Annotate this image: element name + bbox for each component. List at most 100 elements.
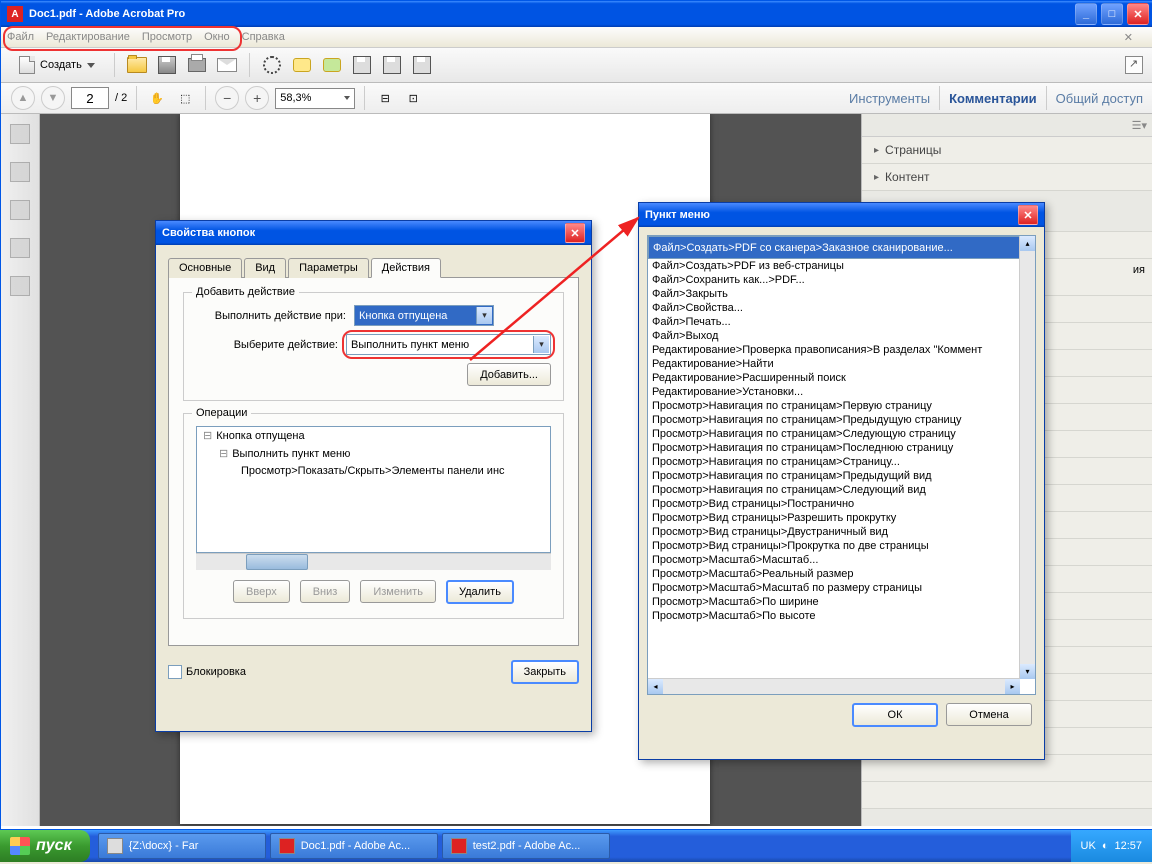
print-button[interactable] xyxy=(186,54,208,76)
list-item[interactable]: Просмотр>Вид страницы>Разрешить прокрутк… xyxy=(648,511,1020,525)
panel-content[interactable]: Контент xyxy=(862,164,1152,191)
list-item[interactable]: Просмотр>Вид страницы>Постранично xyxy=(648,497,1020,511)
list-item[interactable]: Просмотр>Масштаб>По высоте xyxy=(648,609,1020,623)
taskbar-item[interactable]: {Z:\docx} - Far xyxy=(98,833,266,859)
expand-button[interactable] xyxy=(1125,56,1143,74)
hand-tool[interactable]: ✋ xyxy=(146,87,168,109)
action-select[interactable]: Выполнить пункт меню xyxy=(346,334,551,355)
down-button[interactable]: Вниз xyxy=(300,580,351,603)
delete-button[interactable]: Удалить xyxy=(446,580,514,604)
list-item[interactable]: Просмотр>Навигация по страницам>Предыдущ… xyxy=(648,469,1020,483)
comments-link[interactable]: Комментарии xyxy=(949,91,1037,106)
start-button[interactable]: пуск xyxy=(0,830,90,862)
lock-checkbox[interactable] xyxy=(168,665,182,679)
list-item[interactable]: Файл>Печать... xyxy=(648,315,1020,329)
tool-button-4[interactable] xyxy=(411,54,433,76)
menu-icon[interactable]: ☰▾ xyxy=(1132,119,1147,132)
settings-button[interactable] xyxy=(261,54,283,76)
list-item[interactable]: Просмотр>Масштаб>Реальный размер xyxy=(648,567,1020,581)
panel-pages[interactable]: Страницы xyxy=(862,137,1152,164)
tool-icon[interactable]: ⊟ xyxy=(374,87,396,109)
share-link[interactable]: Общий доступ xyxy=(1056,91,1143,106)
page-input[interactable] xyxy=(71,87,109,109)
list-item[interactable]: Редактирование>Проверка правописания>В р… xyxy=(648,343,1020,357)
list-item[interactable]: Редактирование>Расширенный поиск xyxy=(648,371,1020,385)
list-item[interactable]: Просмотр>Масштаб>Масштаб по размеру стра… xyxy=(648,581,1020,595)
trigger-select[interactable]: Кнопка отпущена xyxy=(354,305,494,326)
dialog-titlebar[interactable]: Пункт меню ✕ xyxy=(639,203,1044,227)
tool-button-2[interactable] xyxy=(351,54,373,76)
list-item[interactable]: Просмотр>Навигация по страницам>Последню… xyxy=(648,441,1020,455)
h-scrollbar[interactable] xyxy=(648,678,1020,694)
list-item[interactable]: Просмотр>Навигация по страницам>Страницу… xyxy=(648,455,1020,469)
tab-options[interactable]: Параметры xyxy=(288,258,369,278)
select-tool[interactable]: ⬚ xyxy=(174,87,196,109)
tray-icon[interactable]: ◐ xyxy=(1102,840,1109,852)
tool-button-3[interactable] xyxy=(381,54,403,76)
list-item[interactable]: Файл>Выход xyxy=(648,329,1020,343)
dialog-close-button[interactable]: ✕ xyxy=(565,223,585,243)
close-button[interactable]: ✕ xyxy=(1127,3,1149,25)
list-item[interactable]: Просмотр>Навигация по страницам>Следующи… xyxy=(648,483,1020,497)
minimize-button[interactable]: _ xyxy=(1075,3,1097,25)
cancel-button[interactable]: Отмена xyxy=(946,703,1032,726)
list-item[interactable]: Файл>Закрыть xyxy=(648,287,1020,301)
zoom-out-button[interactable]: − xyxy=(215,86,239,110)
layers-icon[interactable] xyxy=(10,238,30,258)
zoom-select[interactable]: 58,3% xyxy=(275,88,355,109)
dialog-title: Свойства кнопок xyxy=(162,227,255,239)
list-item[interactable]: Файл>Создать>PDF из веб-страницы xyxy=(648,259,1020,273)
tab-appearance[interactable]: Вид xyxy=(244,258,286,278)
taskbar: пуск {Z:\docx} - Far Doc1.pdf - Adobe Ac… xyxy=(0,830,1152,862)
menu-help[interactable]: Справка xyxy=(242,31,285,43)
menu-listbox[interactable]: Файл>Создать>PDF со сканера>Заказное ска… xyxy=(647,235,1036,695)
lang-indicator[interactable]: UK xyxy=(1081,840,1096,852)
attachments-icon[interactable] xyxy=(10,200,30,220)
list-item[interactable]: Просмотр>Масштаб>По ширине xyxy=(648,595,1020,609)
list-item[interactable]: Просмотр>Навигация по страницам>Предыдущ… xyxy=(648,413,1020,427)
titlebar[interactable]: A Doc1.pdf - Adobe Acrobat Pro _ □ ✕ xyxy=(1,1,1152,27)
list-item[interactable]: Просмотр>Масштаб>Масштаб... xyxy=(648,553,1020,567)
open-button[interactable] xyxy=(126,54,148,76)
list-item[interactable]: Редактирование>Установки... xyxy=(648,385,1020,399)
list-item[interactable]: Просмотр>Навигация по страницам>Первую с… xyxy=(648,399,1020,413)
close-button-dlg[interactable]: Закрыть xyxy=(511,660,579,684)
operations-list[interactable]: ⊟Кнопка отпущена ⊟Выполнить пункт меню П… xyxy=(196,426,551,553)
bookmarks-icon[interactable] xyxy=(10,162,30,182)
tab-actions[interactable]: Действия xyxy=(371,258,441,278)
h-scrollbar[interactable] xyxy=(196,553,551,570)
tool-icon-2[interactable]: ⊡ xyxy=(402,87,424,109)
list-item[interactable]: Просмотр>Вид страницы>Двустраничный вид xyxy=(648,525,1020,539)
thumbnails-icon[interactable] xyxy=(10,124,30,144)
dialog-titlebar[interactable]: Свойства кнопок ✕ xyxy=(156,221,591,245)
up-button[interactable]: Вверх xyxy=(233,580,290,603)
list-item[interactable]: Просмотр>Навигация по страницам>Следующу… xyxy=(648,427,1020,441)
v-scrollbar[interactable] xyxy=(1019,236,1035,679)
list-item[interactable]: Файл>Свойства... xyxy=(648,301,1020,315)
mail-button[interactable] xyxy=(216,54,238,76)
tool-button-1[interactable] xyxy=(321,54,343,76)
edit-button[interactable]: Изменить xyxy=(360,580,436,603)
taskbar-item[interactable]: Doc1.pdf - Adobe Ac... xyxy=(270,833,438,859)
list-item[interactable]: Файл>Сохранить как...>PDF... xyxy=(648,273,1020,287)
tab-general[interactable]: Основные xyxy=(168,258,242,278)
doc-close-icon[interactable]: ✕ xyxy=(1124,31,1133,44)
list-item[interactable]: Редактирование>Найти xyxy=(648,357,1020,371)
taskbar-item[interactable]: test2.pdf - Adobe Ac... xyxy=(442,833,610,859)
page-down-button[interactable]: ▼ xyxy=(41,86,65,110)
comment-button[interactable] xyxy=(291,54,313,76)
zoom-in-button[interactable]: + xyxy=(245,86,269,110)
page-up-button[interactable]: ▲ xyxy=(11,86,35,110)
maximize-button[interactable]: □ xyxy=(1101,3,1123,25)
ok-button[interactable]: ОК xyxy=(852,703,938,727)
fieldset-legend: Операции xyxy=(192,407,251,419)
add-button[interactable]: Добавить... xyxy=(467,363,551,386)
list-item[interactable]: Просмотр>Вид страницы>Прокрутка по две с… xyxy=(648,539,1020,553)
signatures-icon[interactable] xyxy=(10,276,30,296)
save-button[interactable] xyxy=(156,54,178,76)
list-item[interactable]: Файл>Создать>PDF со сканера>Заказное ска… xyxy=(648,236,1020,259)
dialog-close-button[interactable]: ✕ xyxy=(1018,205,1038,225)
create-button[interactable]: Создать xyxy=(11,53,103,77)
tools-link[interactable]: Инструменты xyxy=(849,91,930,106)
system-tray[interactable]: UK ◐ 12:57 xyxy=(1071,830,1152,862)
